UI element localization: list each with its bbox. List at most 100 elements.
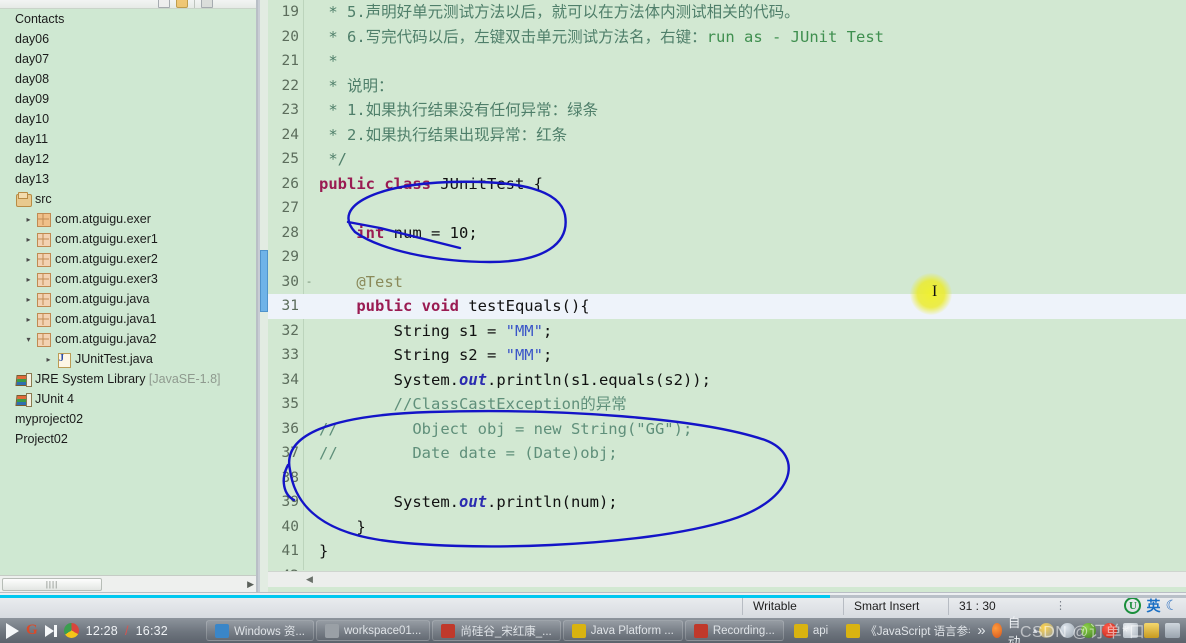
code-line[interactable]: 30- @Test xyxy=(268,270,1186,295)
next-icon[interactable] xyxy=(44,624,57,637)
tree-item[interactable]: ▸Project02 xyxy=(0,429,256,449)
code-line[interactable]: 26 public class JUnitTest { xyxy=(268,172,1186,197)
network-tray-icon[interactable] xyxy=(1039,623,1054,638)
tree-item[interactable]: ▸ com.atguigu.java1 xyxy=(0,309,256,329)
sogou-tray-icon[interactable] xyxy=(991,623,1002,638)
expand-arrow-icon[interactable]: ▸ xyxy=(22,235,35,244)
tray-expand-arrow[interactable]: ▲ xyxy=(1031,626,1039,635)
code-line[interactable]: 35 //ClassCastException的异常 xyxy=(268,392,1186,417)
expand-arrow-icon[interactable]: ▸ xyxy=(42,355,55,364)
fold-marker[interactable] xyxy=(304,466,314,491)
explorer-horizontal-scrollbar[interactable]: |||| ▶ xyxy=(0,575,256,592)
fold-marker[interactable] xyxy=(304,417,314,442)
tree-item[interactable]: ▸day08 xyxy=(0,69,256,89)
fold-marker[interactable] xyxy=(304,196,314,221)
code-line[interactable]: 33 String s2 = "MM"; xyxy=(268,343,1186,368)
taskbar-button[interactable]: api xyxy=(786,620,836,641)
recorder-tray-icon[interactable] xyxy=(1102,623,1117,638)
code-lines[interactable]: 19 * 5.声明好单元测试方法以后，就可以在方法体内测试相关的代码。 20 * … xyxy=(268,0,1186,584)
video-progress-bar[interactable] xyxy=(0,595,1186,598)
show-desktop-icon[interactable] xyxy=(1165,623,1180,638)
taskbar-button[interactable]: Java Platform ... xyxy=(562,620,683,641)
fold-marker[interactable] xyxy=(304,392,314,417)
code-line[interactable]: 28 int num = 10; xyxy=(268,221,1186,246)
ime-indicator[interactable]: U 英 ☾ xyxy=(1124,596,1186,616)
play-icon[interactable] xyxy=(6,622,19,639)
fold-marker[interactable] xyxy=(304,490,314,515)
fold-marker[interactable] xyxy=(304,172,314,197)
fold-marker[interactable] xyxy=(304,49,314,74)
fold-marker[interactable] xyxy=(304,123,314,148)
fold-marker[interactable] xyxy=(304,74,314,99)
code-line[interactable]: 36 // Object obj = new String("GG"); xyxy=(268,417,1186,442)
code-line[interactable]: 37 // Date date = (Date)obj; xyxy=(268,441,1186,466)
tree-item[interactable]: ▸ com.atguigu.exer2 xyxy=(0,249,256,269)
fold-marker[interactable] xyxy=(304,98,314,123)
code-line[interactable]: 27 xyxy=(268,196,1186,221)
tree-item[interactable]: ▸ JUnitTest.java xyxy=(0,349,256,369)
code-line[interactable]: 23 * 1.如果执行结果没有任何异常：绿条 xyxy=(268,98,1186,123)
code-line[interactable]: 29 xyxy=(268,245,1186,270)
tree-item[interactable]: ▸ com.atguigu.exer xyxy=(0,209,256,229)
tree-item[interactable]: ▸day13 xyxy=(0,169,256,189)
tree-item[interactable]: ▸JRE System Library [JavaSE-1.8] xyxy=(0,369,256,389)
tree-item[interactable]: ▸day07 xyxy=(0,49,256,69)
taskbar-button[interactable]: 《JavaScript 语言参考 xyxy=(838,620,970,641)
code-line[interactable]: 19 * 5.声明好单元测试方法以后，就可以在方法体内测试相关的代码。 xyxy=(268,0,1186,25)
code-line[interactable]: 40 } xyxy=(268,515,1186,540)
taskbar-button[interactable]: workspace01... xyxy=(316,620,431,641)
code-line[interactable]: 25 */ xyxy=(268,147,1186,172)
code-line[interactable]: 20 * 6.写完代码以后，左键双击单元测试方法名，右键：run as - JU… xyxy=(268,25,1186,50)
warning-tray-icon[interactable] xyxy=(1144,623,1159,638)
fold-marker[interactable] xyxy=(304,25,314,50)
fold-marker[interactable] xyxy=(304,221,314,246)
ime-moon-icon[interactable]: ☾ xyxy=(1165,597,1178,614)
tree-item[interactable]: ▸src xyxy=(0,189,256,209)
project-tree[interactable]: ▸Contacts▸day06▸day07▸day08▸day09▸day10▸… xyxy=(0,9,256,449)
fold-marker[interactable] xyxy=(304,319,314,344)
editor-horizontal-scrollbar[interactable]: ◀ xyxy=(268,571,1186,587)
taskbar-button[interactable]: 尚硅谷_宋红康_... xyxy=(432,620,561,641)
tree-item[interactable]: ▸ com.atguigu.exer1 xyxy=(0,229,256,249)
tree-item[interactable]: ▸day12 xyxy=(0,149,256,169)
code-line-active[interactable]: 31 public void testEquals(){ xyxy=(268,294,1186,319)
fold-marker[interactable] xyxy=(304,441,314,466)
explorer-scroll-right-arrow[interactable]: ▶ xyxy=(247,579,254,590)
tree-item[interactable]: ▸ com.atguigu.java xyxy=(0,289,256,309)
fold-marker[interactable] xyxy=(304,343,314,368)
code-line[interactable]: 38 xyxy=(268,466,1186,491)
volume-tray-icon[interactable] xyxy=(1060,623,1075,638)
tree-item[interactable]: ▸day09 xyxy=(0,89,256,109)
taskbar-auto-label[interactable]: 自动 xyxy=(1008,612,1025,643)
tree-item[interactable]: ▸day11 xyxy=(0,129,256,149)
chrome-taskbar-icon[interactable] xyxy=(63,623,79,638)
expand-arrow-icon[interactable]: ▸ xyxy=(22,315,35,324)
collapse-arrow-icon[interactable]: ▾ xyxy=(22,335,35,344)
tree-item[interactable]: ▸ com.atguigu.exer3 xyxy=(0,269,256,289)
fold-marker[interactable] xyxy=(304,0,314,25)
fold-marker[interactable] xyxy=(304,539,314,564)
fold-marker[interactable] xyxy=(304,515,314,540)
fold-marker[interactable] xyxy=(304,147,314,172)
code-line[interactable]: 24 * 2.如果执行结果出现异常：红条 xyxy=(268,123,1186,148)
code-editor[interactable]: 19 * 5.声明好单元测试方法以后，就可以在方法体内测试相关的代码。 20 * … xyxy=(260,0,1186,592)
taskbar-buttons[interactable]: Windows 资... workspace01... 尚硅谷_宋红康_... Jav… xyxy=(205,620,971,641)
tree-item[interactable]: ▸Contacts xyxy=(0,9,256,29)
sogou-ime-icon[interactable]: U xyxy=(1124,597,1142,614)
tree-item[interactable]: ▾ com.atguigu.java2 xyxy=(0,329,256,349)
link-with-editor-icon[interactable] xyxy=(176,0,188,8)
view-menu-icon[interactable] xyxy=(201,0,213,8)
update-tray-icon[interactable] xyxy=(1123,623,1138,638)
antivirus-tray-icon[interactable] xyxy=(1081,623,1096,638)
ime-language-label[interactable]: 英 xyxy=(1146,596,1160,616)
system-tray[interactable] xyxy=(1039,623,1186,638)
fold-marker[interactable] xyxy=(304,368,314,393)
code-line[interactable]: 32 String s1 = "MM"; xyxy=(268,319,1186,344)
taskbar-button[interactable]: Recording... xyxy=(684,620,784,641)
explorer-scroll-thumb[interactable]: |||| xyxy=(2,577,102,591)
code-line[interactable]: 21 * xyxy=(268,49,1186,74)
collapse-all-icon[interactable] xyxy=(158,0,170,8)
tree-item[interactable]: ▸day10 xyxy=(0,109,256,129)
code-line[interactable]: 22 * 说明： xyxy=(268,74,1186,99)
fold-marker[interactable] xyxy=(304,245,314,270)
